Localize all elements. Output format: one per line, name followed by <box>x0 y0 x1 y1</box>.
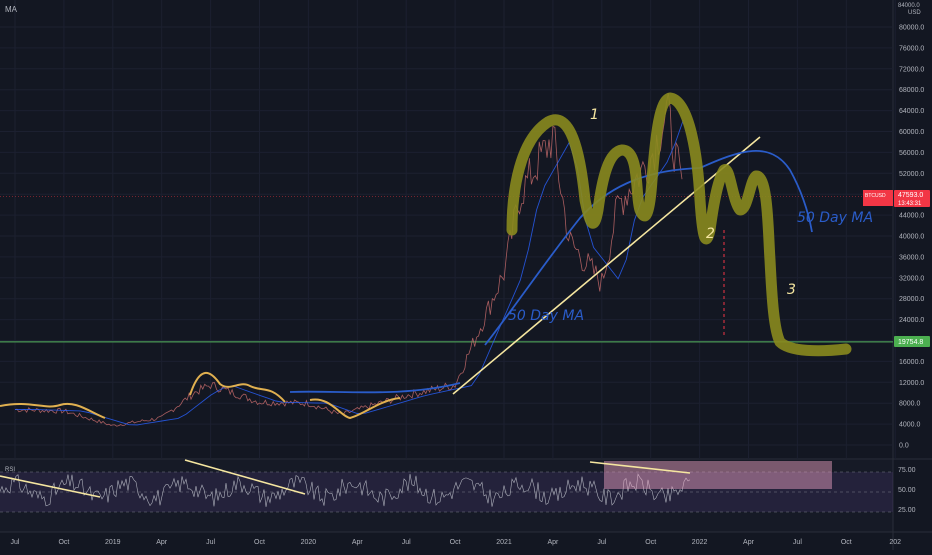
price-tick-label: 4000.0 <box>899 422 921 429</box>
price-tick-label: 44000.0 <box>899 213 924 220</box>
price-tick-label: 60000.0 <box>899 129 924 136</box>
time-tick-label: 2022 <box>692 539 708 546</box>
rsi-highlight-box[interactable] <box>604 461 832 489</box>
price-tick-label: 28000.0 <box>899 296 924 303</box>
price-axis-top-cut-label: 84000.0 <box>898 3 920 9</box>
ma-label-lower: 50 Day MA <box>508 308 584 324</box>
price-tick-label: 12000.0 <box>899 380 924 387</box>
price-tick-label: 36000.0 <box>899 254 924 261</box>
symbol-price-tag[interactable]: BTCUSD 47593.0 13:43:31 <box>863 190 930 207</box>
price-tick-label: 40000.0 <box>899 234 924 241</box>
price-tick-label: 8000.0 <box>899 401 921 408</box>
step-1-label: 1 <box>590 107 599 123</box>
time-tick-label: 2021 <box>496 539 512 546</box>
time-tick-label: Jul <box>206 539 215 546</box>
time-tick-label: Apr <box>743 539 755 546</box>
price-tick-label: 68000.0 <box>899 87 924 94</box>
step-3-label: 3 <box>787 282 796 298</box>
time-tick-label: 2020 <box>301 539 317 546</box>
currency-label: USD <box>908 10 921 16</box>
price-tick-label: 56000.0 <box>899 150 924 157</box>
price-tick-label: 76000.0 <box>899 45 924 52</box>
rsi-tick-25: 25.00 <box>898 507 916 514</box>
price-tick-label: 16000.0 <box>899 359 924 366</box>
time-tick-label: Jul <box>402 539 411 546</box>
price-chart[interactable]: 80000.0 76000.0 72000.0 68000.0 64000.0 60000… <box>0 0 932 550</box>
time-tick-label: Apr <box>156 539 168 546</box>
price-axis[interactable]: 80000.0 76000.0 72000.0 68000.0 64000.0 60000… <box>899 25 924 450</box>
current-price: 47593.0 <box>898 192 923 199</box>
price-tick-label: 24000.0 <box>899 317 924 324</box>
indicator-label[interactable]: MA <box>5 5 18 14</box>
bar-countdown: 13:43:31 <box>898 201 922 207</box>
rsi-tick-50: 50.00 <box>898 487 916 494</box>
time-tick-label: Oct <box>254 539 265 546</box>
price-tick-label: 72000.0 <box>899 66 924 73</box>
time-tick-label: Jul <box>11 539 20 546</box>
price-tick-label: 52000.0 <box>899 171 924 178</box>
time-tick-label: Oct <box>450 539 461 546</box>
time-tick-label: 202 <box>889 539 901 546</box>
time-tick-label: Oct <box>645 539 656 546</box>
price-tick-label: 32000.0 <box>899 275 924 282</box>
time-tick-label: 2019 <box>105 539 121 546</box>
time-tick-label: Oct <box>58 539 69 546</box>
horizontal-level-tag[interactable]: 19754.8 <box>894 336 930 347</box>
chart-window[interactable]: 80000.0 76000.0 72000.0 68000.0 64000.0 60000… <box>0 0 932 550</box>
symbol-name: BTCUSD <box>865 193 886 199</box>
time-tick-label: Oct <box>841 539 852 546</box>
time-tick-label: Apr <box>547 539 559 546</box>
ma-label-right: 50 Day MA <box>797 210 873 226</box>
step-2-label: 2 <box>706 226 715 242</box>
price-tick-label: 0.0 <box>899 443 909 450</box>
rsi-tick-75: 75.00 <box>898 467 916 474</box>
rsi-label[interactable]: RSI <box>5 467 15 473</box>
price-tick-label: 64000.0 <box>899 108 924 115</box>
time-tick-label: Apr <box>352 539 364 546</box>
level-price: 19754.8 <box>898 339 923 346</box>
price-tick-label: 80000.0 <box>899 25 924 32</box>
time-tick-label: Jul <box>597 539 606 546</box>
time-tick-label: Jul <box>793 539 802 546</box>
